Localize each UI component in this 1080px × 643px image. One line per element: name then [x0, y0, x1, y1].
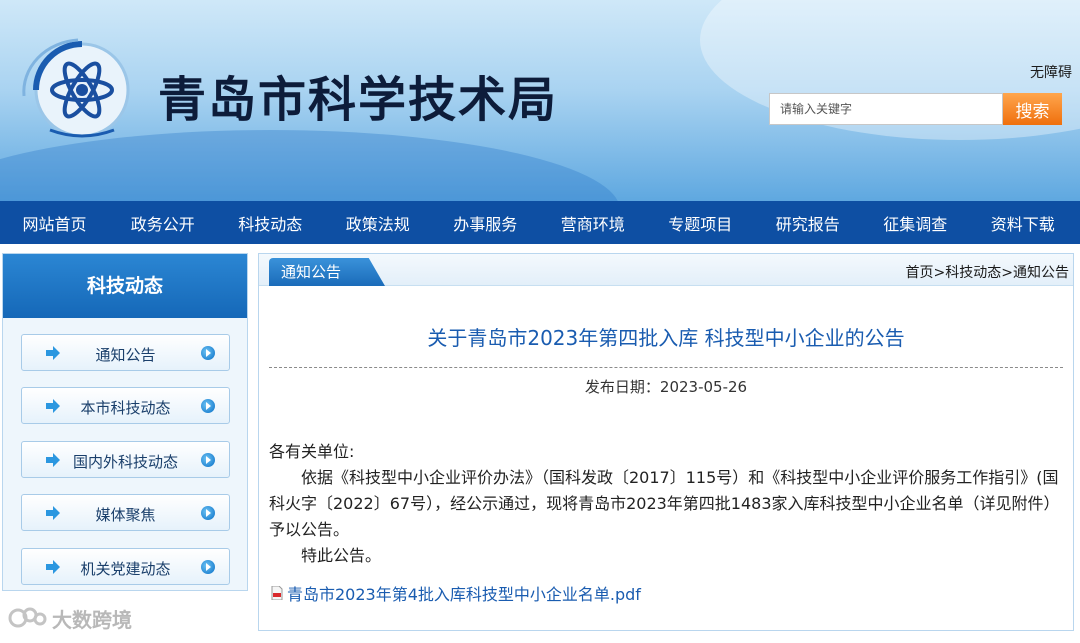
- sidebar: 科技动态 通知公告 本市科技动态 国内外科技动态 媒体聚焦 机关党建动态: [2, 253, 248, 591]
- nav-item-research-reports[interactable]: 研究报告: [754, 211, 862, 235]
- play-circle-icon: [201, 453, 215, 467]
- play-circle-icon: [201, 560, 215, 574]
- watermark: 大数跨境: [8, 603, 132, 633]
- nav-item-services[interactable]: 办事服务: [432, 211, 540, 235]
- closing-text: 特此公告。: [301, 546, 382, 565]
- publish-date-label: 发布日期：: [584, 378, 660, 396]
- nav-item-government-affairs[interactable]: 政务公开: [109, 211, 217, 235]
- nav-item-downloads[interactable]: 资料下载: [969, 211, 1077, 235]
- nav-item-surveys[interactable]: 征集调查: [862, 211, 970, 235]
- content-header-bar: 通知公告 首页>科技动态>通知公告: [259, 254, 1073, 286]
- article-paragraph: 依据《科技型中小企业评价办法》（国科发政〔2017〕115号）和《科技型中小企业…: [269, 468, 1060, 539]
- site-title: 青岛市科学技术局: [158, 72, 559, 128]
- nav-item-tech-news[interactable]: 科技动态: [217, 211, 325, 235]
- watermark-text: 大数跨境: [52, 607, 132, 632]
- accessibility-link[interactable]: 无障碍: [1030, 62, 1072, 82]
- divider: [269, 367, 1063, 368]
- article-title: 关于青岛市2023年第四批入库 科技型中小企业的公告: [427, 326, 905, 350]
- sidebar-item-local-tech-news[interactable]: 本市科技动态: [21, 387, 230, 424]
- attachment-link[interactable]: 青岛市2023年第4批入库科技型中小企业名单.pdf: [271, 581, 641, 605]
- article-panel: 通知公告 首页>科技动态>通知公告 关于青岛市2023年第四批入库 科技型中小企…: [258, 253, 1074, 631]
- nav-item-business-environment[interactable]: 营商环境: [539, 211, 647, 235]
- sidebar-item-media-focus[interactable]: 媒体聚焦: [21, 494, 230, 531]
- breadcrumb[interactable]: 首页>科技动态>通知公告: [906, 262, 1069, 282]
- sidebar-item-label: 机关党建动态: [80, 560, 171, 578]
- search-button[interactable]: 搜索: [1003, 93, 1062, 125]
- nav-item-special-projects[interactable]: 专题项目: [647, 211, 755, 235]
- sidebar-item-domestic-foreign-news[interactable]: 国内外科技动态: [21, 441, 230, 478]
- sidebar-item-label: 媒体聚焦: [95, 506, 156, 524]
- sidebar-item-label: 国内外科技动态: [72, 453, 178, 471]
- sidebar-title: 科技动态: [3, 254, 247, 318]
- search-input[interactable]: [769, 93, 1003, 125]
- salutation: 各有关单位:: [269, 442, 355, 461]
- sidebar-item-label: 通知公告: [95, 346, 156, 364]
- attachment-label: 青岛市2023年第4批入库科技型中小企业名单.pdf: [287, 585, 641, 604]
- pdf-file-icon: [271, 586, 283, 600]
- play-circle-icon: [201, 506, 215, 520]
- site-header: 青岛市科学技术局 无障碍 搜索: [0, 0, 1080, 201]
- tab-notices[interactable]: 通知公告: [269, 258, 385, 286]
- sidebar-item-label: 本市科技动态: [80, 399, 171, 417]
- nav-item-policies[interactable]: 政策法规: [324, 211, 432, 235]
- atom-logo-icon: [22, 38, 130, 138]
- sidebar-item-notices[interactable]: 通知公告: [21, 334, 230, 371]
- publish-date-value: 2023-05-26: [659, 378, 748, 396]
- nav-item-home[interactable]: 网站首页: [0, 211, 109, 235]
- play-circle-icon: [201, 346, 215, 360]
- watermark-logo-icon: [8, 607, 47, 628]
- publish-date: 发布日期：2023-05-26: [259, 376, 1073, 397]
- main-nav: 网站首页 政务公开 科技动态 政策法规 办事服务 营商环境 专题项目 研究报告 …: [0, 201, 1080, 244]
- header-decoration: [0, 130, 620, 201]
- article-body: 各有关单位: 依据《科技型中小企业评价办法》（国科发政〔2017〕115号）和《…: [269, 439, 1069, 569]
- play-circle-icon: [201, 399, 215, 413]
- sidebar-item-party-building[interactable]: 机关党建动态: [21, 548, 230, 585]
